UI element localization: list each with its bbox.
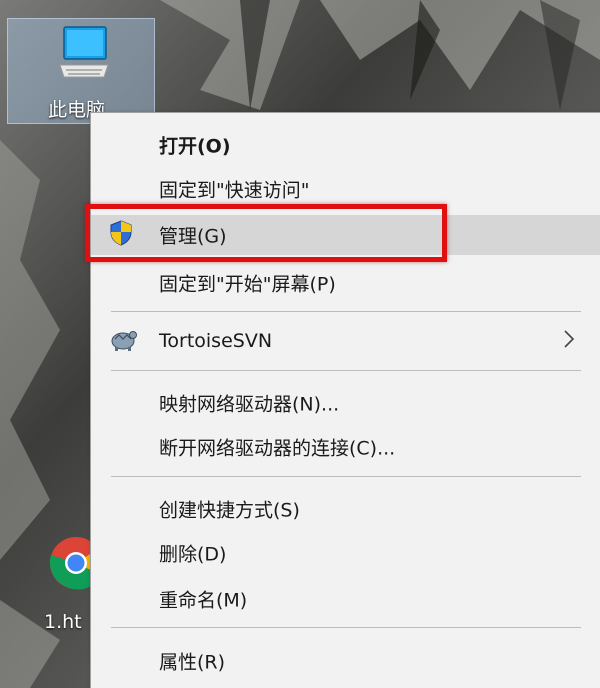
menu-item-label: 固定到"快速访问" <box>159 179 310 202</box>
menu-item-open[interactable]: 打开(O) <box>91 125 600 165</box>
menu-separator <box>111 311 581 312</box>
menu-item-properties[interactable]: 属性(R) <box>91 641 600 681</box>
menu-item-label: 打开(O) <box>159 135 231 158</box>
menu-item-label: 属性(R) <box>159 651 226 674</box>
menu-item-rename[interactable]: 重命名(M) <box>91 579 600 619</box>
computer-monitor-icon <box>59 26 109 78</box>
menu-item-tortoisesvn[interactable]: TortoiseSVN <box>91 321 600 361</box>
menu-item-label: 管理(G) <box>159 225 227 248</box>
desktop-icon-this-pc[interactable]: 此电脑 <box>7 18 155 124</box>
menu-item-pin-start[interactable]: 固定到"开始"屏幕(P) <box>91 263 600 303</box>
menu-item-label: 映射网络驱动器(N)... <box>159 393 340 416</box>
menu-item-disconnect-network-drive[interactable]: 断开网络驱动器的连接(C)... <box>91 427 600 467</box>
menu-item-pin-quick-access[interactable]: 固定到"快速访问" <box>91 169 600 209</box>
menu-item-map-network-drive[interactable]: 映射网络驱动器(N)... <box>91 383 600 423</box>
desktop-icon-label: 1.ht <box>44 611 82 633</box>
menu-item-label: 重命名(M) <box>159 589 248 612</box>
menu-item-delete[interactable]: 删除(D) <box>91 533 600 573</box>
menu-item-manage[interactable]: 管理(G) <box>91 215 600 255</box>
chevron-right-icon <box>563 329 575 353</box>
menu-item-label: 删除(D) <box>159 543 227 566</box>
menu-item-label: 创建快捷方式(S) <box>159 499 300 522</box>
menu-item-label: TortoiseSVN <box>159 330 273 352</box>
menu-item-label: 固定到"开始"屏幕(P) <box>159 273 336 296</box>
context-menu: 打开(O) 固定到"快速访问" 管理(G) 固定到"开始"屏幕(P) Torto… <box>90 112 600 688</box>
menu-item-label: 断开网络驱动器的连接(C)... <box>159 437 396 460</box>
menu-separator <box>111 627 581 628</box>
desktop: 此电脑 1.ht 打开(O) 固定到"快速访问" 管理(G) 固定到"开始"屏幕… <box>0 0 600 688</box>
menu-separator <box>111 476 581 477</box>
menu-item-create-shortcut[interactable]: 创建快捷方式(S) <box>91 489 600 529</box>
tortoisesvn-icon <box>109 326 137 356</box>
uac-shield-icon <box>109 220 133 250</box>
menu-separator <box>111 370 581 371</box>
